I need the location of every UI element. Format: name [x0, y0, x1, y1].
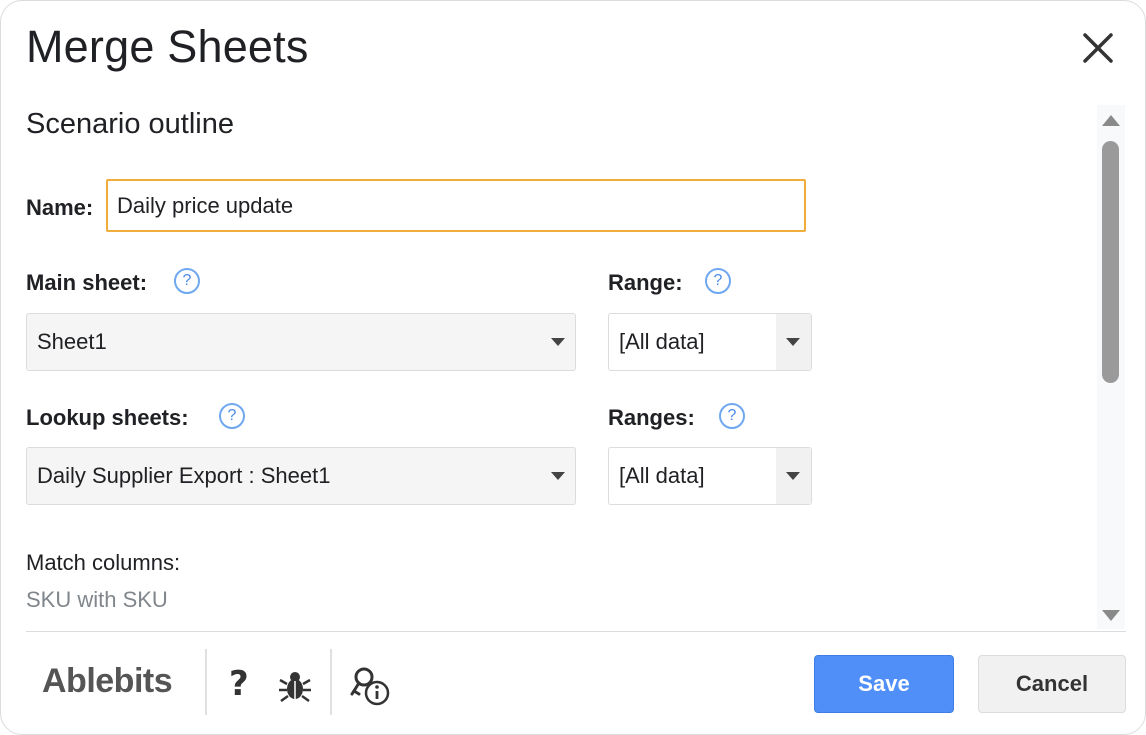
main-sheet-select[interactable]: Sheet1 — [26, 313, 576, 371]
footer-separator — [205, 649, 207, 715]
chevron-down-icon — [551, 338, 565, 346]
footer-separator — [330, 649, 332, 715]
scroll-up-arrow-icon[interactable] — [1102, 115, 1120, 126]
range-help-icon[interactable]: ? — [705, 268, 731, 294]
ablebits-logo[interactable]: Ablebits — [42, 662, 173, 701]
scrollbar-thumb[interactable] — [1102, 141, 1119, 383]
chevron-down-icon — [786, 338, 800, 346]
dialog-footer: Ablebits ? Save Cancel — [1, 632, 1145, 734]
name-label: Name: — [26, 195, 94, 220]
close-button[interactable] — [1077, 27, 1121, 71]
ranges-help-icon[interactable]: ? — [719, 403, 745, 429]
close-icon — [1083, 33, 1113, 63]
range-label: Range: — [608, 270, 683, 295]
save-button[interactable]: Save — [814, 655, 954, 713]
lookup-sheets-select[interactable]: Daily Supplier Export : Sheet1 — [26, 447, 576, 505]
range-value: [All data] — [619, 329, 705, 354]
vertical-scrollbar[interactable] — [1097, 105, 1125, 629]
main-sheet-help-icon[interactable]: ? — [174, 268, 200, 294]
license-info-icon[interactable] — [347, 664, 395, 713]
ranges-value: [All data] — [619, 463, 705, 488]
scroll-down-arrow-icon[interactable] — [1102, 610, 1120, 621]
lookup-sheets-label: Lookup sheets: — [26, 405, 189, 430]
ranges-select[interactable]: [All data] — [608, 447, 812, 505]
match-columns-value: SKU with SKU — [26, 587, 168, 612]
merge-sheets-dialog: Merge Sheets Scenario outline Name: Main… — [0, 0, 1146, 735]
help-icon[interactable]: ? — [229, 664, 249, 704]
main-sheet-value: Sheet1 — [37, 329, 107, 354]
dialog-title: Merge Sheets — [26, 21, 309, 72]
bug-report-icon[interactable] — [277, 668, 313, 709]
match-columns-label: Match columns: — [26, 550, 181, 575]
scenario-name-input[interactable] — [106, 179, 806, 232]
chevron-down-icon — [786, 472, 800, 480]
ranges-label: Ranges: — [608, 405, 695, 430]
cancel-button[interactable]: Cancel — [978, 655, 1126, 713]
chevron-down-icon — [551, 472, 565, 480]
lookup-sheets-value: Daily Supplier Export : Sheet1 — [37, 463, 331, 488]
lookup-sheets-help-icon[interactable]: ? — [219, 403, 245, 429]
section-title: Scenario outline — [26, 108, 234, 140]
main-sheet-label: Main sheet: — [26, 270, 148, 295]
scenario-content: Scenario outline Name: Main sheet: ? Ran… — [1, 101, 1097, 631]
range-select[interactable]: [All data] — [608, 313, 812, 371]
